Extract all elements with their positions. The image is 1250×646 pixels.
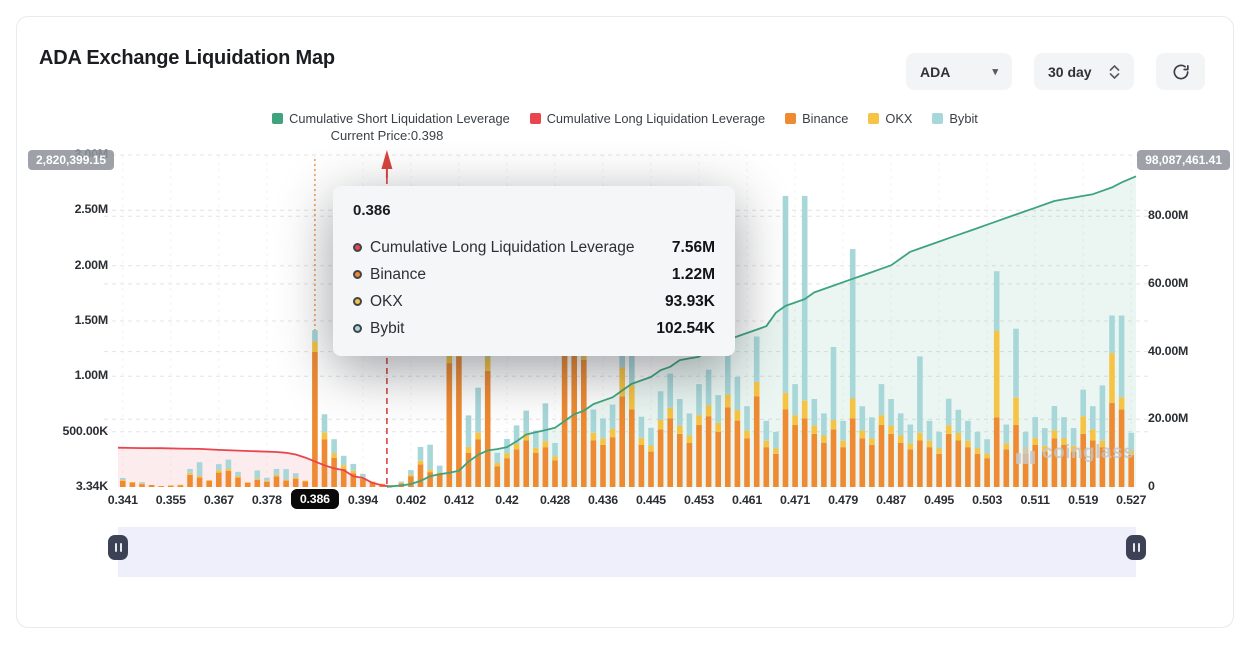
legend-label: Bybit xyxy=(949,111,977,126)
legend-swatch-icon xyxy=(785,113,796,124)
legend-item-0[interactable]: Cumulative Short Liquidation Leverage xyxy=(272,111,510,126)
range-navigator[interactable] xyxy=(118,527,1136,577)
legend-item-3[interactable]: OKX xyxy=(868,111,912,126)
legend-label: Binance xyxy=(802,111,848,126)
legend-item-2[interactable]: Binance xyxy=(785,111,848,126)
chart-controls: ADA ▾ 30 day xyxy=(906,53,1205,90)
legend-swatch-icon xyxy=(868,113,879,124)
page-title: ADA Exchange Liquidation Map xyxy=(39,47,335,70)
legend-swatch-icon xyxy=(530,113,541,124)
period-stepper[interactable]: 30 day xyxy=(1034,53,1134,90)
chart-legend: Cumulative Short Liquidation Leverage Cum… xyxy=(17,111,1233,126)
legend-label: Cumulative Short Liquidation Leverage xyxy=(289,111,510,126)
chevron-down-icon: ▾ xyxy=(992,65,998,78)
coin-select[interactable]: ADA ▾ xyxy=(906,53,1012,90)
legend-item-1[interactable]: Cumulative Long Liquidation Leverage xyxy=(530,111,765,126)
stepper-arrows[interactable] xyxy=(1109,65,1120,79)
legend-label: Cumulative Long Liquidation Leverage xyxy=(547,111,765,126)
pause-icon xyxy=(115,543,122,552)
pause-icon xyxy=(1133,543,1140,552)
refresh-button[interactable] xyxy=(1156,53,1205,90)
navigator-left-handle[interactable] xyxy=(108,535,128,560)
coin-select-value: ADA xyxy=(920,64,950,80)
legend-item-4[interactable]: Bybit xyxy=(932,111,977,126)
chevron-down-icon[interactable] xyxy=(1109,73,1120,79)
navigator-right-handle[interactable] xyxy=(1126,535,1146,560)
refresh-icon xyxy=(1171,62,1191,82)
chevron-up-icon[interactable] xyxy=(1109,65,1120,71)
legend-swatch-icon xyxy=(932,113,943,124)
period-value: 30 day xyxy=(1048,64,1092,80)
legend-swatch-icon xyxy=(272,113,283,124)
legend-label: OKX xyxy=(885,111,912,126)
